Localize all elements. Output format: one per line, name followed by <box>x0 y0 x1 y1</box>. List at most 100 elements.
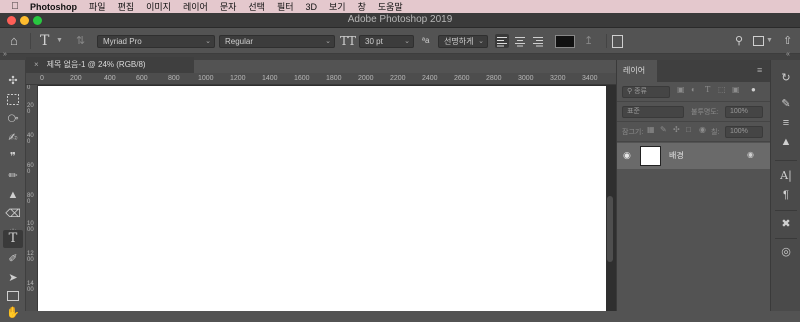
workspace-icon[interactable] <box>753 36 764 46</box>
layers-panel: 레이어 ≡ ⚲ 종류 ▣ ◐ T ⬚ ▣ ● 표준 불투명도: 100% 잠그기… <box>616 60 770 311</box>
fill-input[interactable]: 100% <box>725 126 763 138</box>
lock-position-icon[interactable]: ✣ <box>673 125 680 134</box>
menu-type[interactable]: 문자 <box>220 0 237 13</box>
marquee-tool-icon[interactable] <box>3 91 23 109</box>
menu-window[interactable]: 창 <box>358 0 366 13</box>
layer-name[interactable]: 배경 <box>669 150 684 161</box>
filter-pixel-icon[interactable]: ▣ <box>677 85 685 94</box>
filter-shape-icon[interactable]: ⬚ <box>718 85 726 94</box>
toggle-text-orientation-icon[interactable]: ⇅ <box>76 28 85 54</box>
menu-help[interactable]: 도움말 <box>378 0 403 13</box>
align-left-icon <box>497 37 507 47</box>
warp-text-icon[interactable]: ↥ <box>584 28 593 54</box>
opacity-input[interactable]: 100% <box>725 106 763 118</box>
tools-options-icon[interactable]: ✖ <box>778 216 794 232</box>
history-icon[interactable]: ↻ <box>778 70 794 86</box>
divider <box>775 210 797 211</box>
chevron-down-icon[interactable]: ▼ <box>56 28 63 54</box>
brush-settings-icon[interactable]: ✎ <box>778 96 794 112</box>
search-icon[interactable]: ⚲ <box>735 28 743 54</box>
rectangle-tool-icon[interactable] <box>3 287 23 305</box>
menu-view[interactable]: 보기 <box>329 0 346 13</box>
menu-layer[interactable]: 레이어 <box>183 0 208 13</box>
menu-3d[interactable]: 3D <box>306 2 318 12</box>
layer-row-background[interactable]: ◉ 배경 ◉ <box>617 143 770 169</box>
character-icon[interactable]: A| <box>778 168 794 184</box>
vertical-scrollbar[interactable] <box>606 86 616 311</box>
document-canvas[interactable] <box>38 86 606 311</box>
home-icon[interactable]: ⌂ <box>10 28 18 54</box>
ruler-label: 1000 <box>27 221 34 233</box>
divider <box>606 34 607 48</box>
clone-source-icon[interactable]: ▲ <box>778 134 794 150</box>
ruler-label: 0 <box>27 85 31 91</box>
vertical-ruler[interactable]: 0 200 400 600 800 1000 1200 1400 <box>26 85 38 311</box>
chevron-down-icon[interactable]: ▼ <box>766 28 773 54</box>
menu-photoshop[interactable]: Photoshop <box>30 2 77 12</box>
menu-filter[interactable]: 필터 <box>277 0 294 13</box>
collapse-tools-icon[interactable]: » <box>3 51 7 58</box>
menu-select[interactable]: 선택 <box>248 0 265 13</box>
apple-menu-icon[interactable]:  <box>0 1 30 12</box>
adjustments-icon[interactable]: ≡ <box>778 115 794 131</box>
divider <box>775 160 797 161</box>
filter-toggle-icon[interactable]: ● <box>751 85 756 94</box>
ruler-label: 800 <box>168 75 180 82</box>
chevron-down-icon: ⌄ <box>205 38 211 45</box>
font-size-select[interactable]: 30 pt ⌄ <box>359 35 414 48</box>
ruler-label: 1800 <box>326 75 342 82</box>
eyedropper-tool-icon[interactable]: ❞ <box>3 148 23 166</box>
filter-adjustment-icon[interactable]: ◐ <box>691 85 696 94</box>
blend-mode-select[interactable]: 표준 <box>622 106 684 118</box>
ruler-label: 1200 <box>230 75 246 82</box>
path-selection-tool-icon[interactable]: ➤ <box>3 269 23 287</box>
move-tool-icon[interactable]: ✣ <box>3 72 23 90</box>
document-tab[interactable]: × 제목 없음-1 @ 24% (RGB/8) <box>26 57 194 73</box>
close-tab-icon[interactable]: × <box>34 60 39 69</box>
hand-tool-icon[interactable]: ✋ <box>3 304 23 322</box>
layer-thumbnail <box>640 146 661 166</box>
character-panel-icon[interactable] <box>612 35 623 48</box>
align-left-button[interactable] <box>495 34 509 48</box>
menu-file[interactable]: 파일 <box>89 0 106 13</box>
lock-icon[interactable]: ◉ <box>747 150 754 159</box>
pen-tool-icon[interactable]: ✐ <box>3 250 23 268</box>
font-style-select[interactable]: Regular ⌄ <box>219 35 335 48</box>
align-center-button[interactable] <box>513 34 527 48</box>
lasso-tool-icon[interactable]: ⧂ <box>3 110 23 128</box>
layer-filter-select[interactable]: ⚲ 종류 <box>622 86 670 98</box>
ruler-label: 3000 <box>518 75 534 82</box>
collapse-dock-icon[interactable]: « <box>786 51 790 58</box>
type-tool-preset-icon[interactable]: T <box>40 28 49 54</box>
healing-brush-tool-icon[interactable]: ✏ <box>3 167 23 185</box>
lock-artboard-icon[interactable]: □ <box>686 125 691 134</box>
ruler-label: 600 <box>27 163 34 175</box>
ruler-label: 1200 <box>27 251 34 263</box>
eraser-tool-icon[interactable]: ⌫ <box>3 205 23 223</box>
tab-layers[interactable]: 레이어 <box>617 60 657 82</box>
divider <box>30 33 31 49</box>
text-color-swatch[interactable] <box>555 35 575 48</box>
antialias-select[interactable]: 선명하게 ⌄ <box>438 35 488 48</box>
options-bar: ⌂ T ▼ ⇅ Myriad Pro ⌄ Regular ⌄ ТT 30 pt ⌄ ª… <box>0 28 800 54</box>
lock-all-icon[interactable]: ◉ <box>699 125 706 134</box>
scrollbar-thumb[interactable] <box>607 196 613 262</box>
menu-image[interactable]: 이미지 <box>146 0 171 13</box>
lock-transparent-icon[interactable]: ▦ <box>647 125 655 134</box>
filter-smart-object-icon[interactable]: ▣ <box>732 85 740 94</box>
font-family-select[interactable]: Myriad Pro ⌄ <box>97 35 215 48</box>
visibility-eye-icon[interactable]: ◉ <box>623 150 631 161</box>
chevron-down-icon: ⌄ <box>325 38 331 45</box>
clone-stamp-tool-icon[interactable]: ▲ <box>3 186 23 204</box>
horizontal-ruler[interactable]: 0 200 400 600 800 1000 1200 1400 1600 18… <box>26 73 616 85</box>
ruler-label: 2000 <box>358 75 374 82</box>
align-right-button[interactable] <box>531 34 545 48</box>
menu-edit[interactable]: 편집 <box>118 0 135 13</box>
panel-menu-icon[interactable]: ≡ <box>757 65 762 75</box>
filter-type-icon[interactable]: T <box>705 85 710 94</box>
lock-image-icon[interactable]: ✎ <box>660 125 667 134</box>
quick-select-tool-icon[interactable]: ✍ <box>3 129 23 147</box>
paragraph-icon[interactable]: ¶ <box>778 187 794 203</box>
type-tool-icon[interactable]: T <box>3 230 23 248</box>
libraries-icon[interactable]: ◎ <box>778 244 794 260</box>
